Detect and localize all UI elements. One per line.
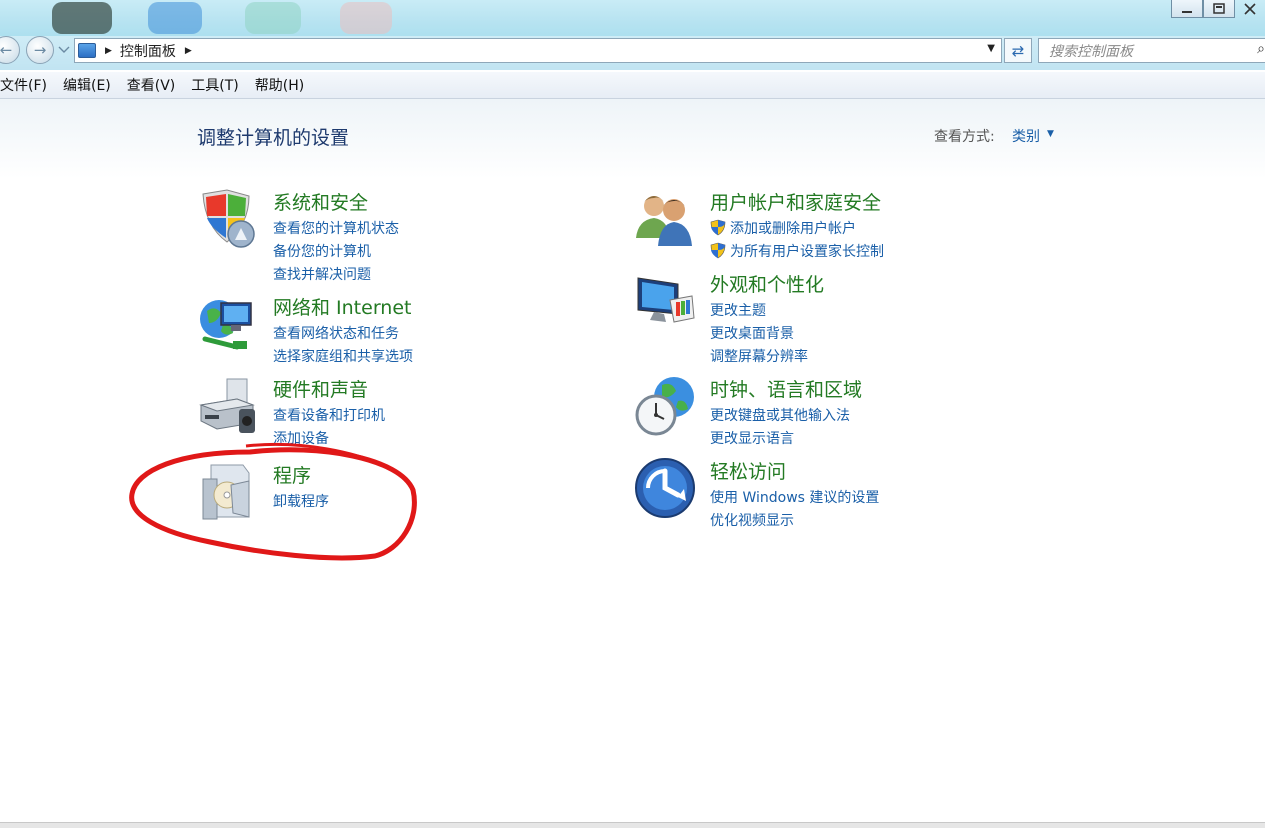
category-link[interactable]: 使用 Windows 建议的设置: [710, 485, 879, 508]
category-link[interactable]: 查看网络状态和任务: [273, 321, 413, 344]
background-thumbnail: [340, 2, 392, 34]
breadcrumb-separator-icon[interactable]: ▶: [185, 46, 192, 56]
maximize-button[interactable]: [1203, 0, 1235, 18]
search-icon[interactable]: ⌕: [1257, 41, 1265, 57]
breadcrumb-control-panel[interactable]: 控制面板: [120, 41, 176, 61]
address-dropdown-icon[interactable]: ▼: [987, 43, 995, 54]
breadcrumb-separator-icon[interactable]: ▶: [105, 46, 112, 56]
uac-shield-icon: [710, 219, 726, 236]
category-title[interactable]: 用户帐户和家庭安全: [710, 188, 881, 215]
address-bar[interactable]: ▶ 控制面板 ▶ ▼: [74, 38, 1002, 63]
category-link[interactable]: 选择家庭组和共享选项: [273, 344, 413, 367]
menu-bar: 文件(F) 编辑(E) 查看(V) 工具(T) 帮助(H): [0, 72, 1265, 99]
category-link[interactable]: 添加或删除用户帐户: [710, 216, 884, 239]
category-link[interactable]: 更改显示语言: [710, 426, 850, 449]
category-link[interactable]: 更改键盘或其他输入法: [710, 403, 850, 426]
menu-view[interactable]: 查看(V): [119, 75, 184, 95]
network-globe-icon[interactable]: [197, 293, 259, 355]
category-link[interactable]: 调整屏幕分辨率: [710, 344, 808, 367]
refresh-icon: ⇄: [1011, 41, 1025, 60]
background-thumbnail: [148, 2, 202, 34]
category-link[interactable]: 添加设备: [273, 426, 385, 449]
category-title[interactable]: 轻松访问: [710, 457, 786, 484]
menu-help[interactable]: 帮助(H): [247, 75, 312, 95]
printer-icon[interactable]: [197, 375, 259, 437]
category-title[interactable]: 硬件和声音: [273, 375, 368, 402]
maximize-icon: [1213, 2, 1225, 14]
category-link[interactable]: 备份您的计算机: [273, 239, 399, 262]
uac-shield-icon: [710, 242, 726, 259]
category-link[interactable]: 查找并解决问题: [273, 262, 399, 285]
close-button[interactable]: [1235, 0, 1265, 18]
view-by-dropdown[interactable]: 类别: [1012, 126, 1040, 146]
back-arrow-icon: ←: [0, 41, 13, 59]
forward-arrow-icon: →: [33, 41, 47, 59]
page-title: 调整计算机的设置: [197, 127, 350, 149]
close-icon: [1244, 3, 1256, 15]
search-placeholder: 搜索控制面板: [1049, 43, 1133, 60]
forward-button[interactable]: →: [26, 36, 54, 64]
minimize-icon: [1182, 10, 1192, 13]
background-thumbnail: [245, 2, 301, 34]
category-link[interactable]: 查看设备和打印机: [273, 403, 385, 426]
category-link[interactable]: 优化视频显示: [710, 508, 879, 531]
category-link[interactable]: 更改桌面背景: [710, 321, 808, 344]
category-link[interactable]: 更改主题: [710, 298, 808, 321]
back-button[interactable]: ←: [0, 36, 20, 64]
background-thumbnail: [52, 2, 112, 34]
menu-edit[interactable]: 编辑(E): [55, 75, 119, 95]
window-title-bar: [0, 0, 1265, 36]
category-title[interactable]: 程序: [273, 461, 311, 488]
category-title[interactable]: 系统和安全: [273, 188, 368, 215]
navigation-bar: ← → ▶ 控制面板 ▶ ▼ ⇄ 搜索控制面板 ⌕: [0, 36, 1265, 70]
category-title[interactable]: 外观和个性化: [710, 270, 824, 297]
link-label: 添加或删除用户帐户: [730, 220, 856, 237]
clock-globe-icon[interactable]: [634, 375, 696, 437]
view-by-label: 查看方式:: [934, 129, 995, 145]
link-label: 为所有用户设置家长控制: [730, 243, 884, 260]
control-panel-icon: [78, 43, 96, 58]
category-title[interactable]: 网络和 Internet: [273, 293, 411, 320]
menu-tools[interactable]: 工具(T): [183, 75, 246, 95]
users-icon[interactable]: [634, 188, 696, 250]
status-bar: [0, 822, 1265, 828]
search-field[interactable]: 搜索控制面板 ⌕: [1038, 38, 1265, 63]
category-title[interactable]: 时钟、语言和区域: [710, 375, 862, 402]
category-link[interactable]: 为所有用户设置家长控制: [710, 239, 884, 262]
minimize-button[interactable]: [1171, 0, 1203, 18]
monitor-palette-icon[interactable]: [634, 270, 696, 332]
category-link[interactable]: 查看您的计算机状态: [273, 216, 399, 239]
shield-icon[interactable]: [197, 188, 259, 250]
ease-of-access-icon[interactable]: [634, 457, 696, 519]
control-panel-content: 调整计算机的设置 查看方式: 类别 ▼ 系统和安全 查看您的计算机状态 备份您的…: [0, 99, 1265, 823]
refresh-button[interactable]: ⇄: [1004, 38, 1032, 63]
menu-file[interactable]: 文件(F): [0, 75, 55, 95]
category-link[interactable]: 卸载程序: [273, 489, 329, 512]
programs-disc-icon[interactable]: [197, 461, 259, 523]
chevron-down-icon[interactable]: ▼: [1047, 129, 1054, 139]
recent-pages-dropdown-icon[interactable]: [58, 46, 70, 54]
